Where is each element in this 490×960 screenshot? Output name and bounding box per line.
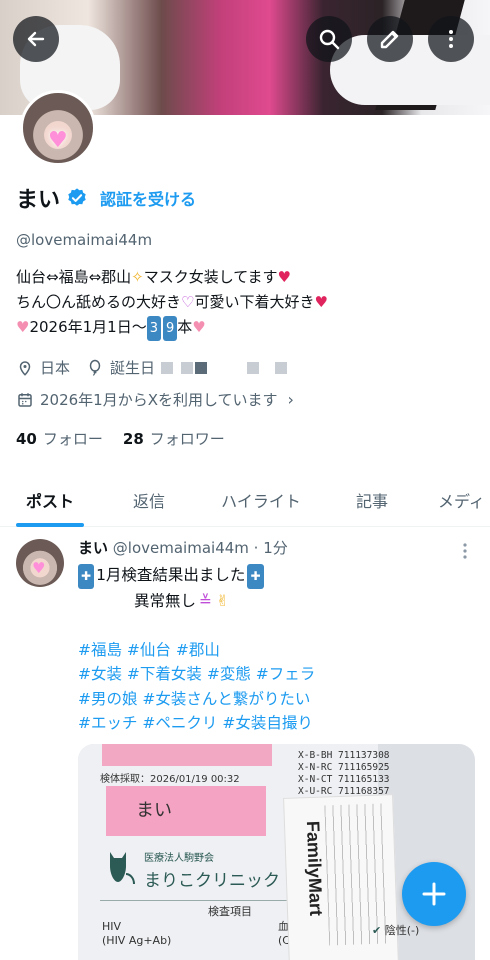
victory-hand-icon: ✌ bbox=[216, 591, 230, 610]
followers-link[interactable]: 28 フォロワー bbox=[123, 428, 225, 449]
code-line: X-B-BH 711137308 bbox=[298, 750, 390, 761]
post-media-image[interactable]: 検体採取：2026/01/19 00:32 まい 医療法人駒野会 まりこクリニッ… bbox=[78, 744, 475, 960]
tab-replies[interactable]: 返信 bbox=[100, 473, 198, 527]
clinic-group: 医療法人駒野会 bbox=[144, 853, 214, 864]
verified-badge-icon bbox=[68, 188, 86, 206]
heart-sticker-icon: ♥ bbox=[32, 559, 46, 577]
redacted-block bbox=[181, 361, 194, 374]
profile-name: まい bbox=[16, 188, 61, 213]
profile-avatar[interactable]: ♥ bbox=[20, 90, 96, 166]
redacted-block bbox=[275, 361, 288, 374]
keycap-9-icon: 9 bbox=[163, 316, 178, 341]
search-button[interactable] bbox=[306, 16, 352, 62]
pink-label bbox=[102, 744, 272, 766]
test-item: HIV (HIV Ag+Ab) bbox=[102, 920, 171, 948]
tab-articles[interactable]: 記事 bbox=[324, 473, 420, 527]
two-hearts-icon: ♥ bbox=[314, 293, 328, 311]
post-hashtags[interactable]: #男の娘 #女装さんと繋がりたい bbox=[78, 687, 478, 712]
profile-tabs: ポスト 返信 ハイライト 記事 メディ bbox=[0, 473, 490, 527]
clinic-name: まりこクリニック bbox=[144, 871, 280, 891]
profile-meta: 日本 誕生日 bbox=[16, 357, 288, 378]
keycap-3-icon: 3 bbox=[146, 316, 161, 341]
followers-label: フォロワー bbox=[149, 430, 225, 448]
post-avatar[interactable]: ♥ bbox=[16, 539, 64, 587]
post-more-icon[interactable] bbox=[455, 541, 475, 561]
follow-stats: 40 フォロー 28 フォロワー bbox=[16, 428, 225, 449]
location-text: 日本 bbox=[40, 359, 71, 377]
pink-heart-icon: ♥ bbox=[16, 318, 30, 336]
blush-face-icon: ≚ bbox=[199, 591, 213, 610]
post-header: まい @lovemaimai44m · 1分 bbox=[78, 537, 288, 558]
following-link[interactable]: 40 フォロー bbox=[16, 428, 103, 449]
hospital-icon: ✚ bbox=[247, 564, 264, 589]
redacted-block bbox=[195, 361, 208, 374]
chevron-right-icon: › bbox=[287, 390, 294, 409]
heart-eyes-icon: ♡ bbox=[181, 293, 195, 311]
calendar-icon bbox=[18, 392, 32, 407]
following-count: 40 bbox=[16, 430, 37, 448]
heart-sticker-icon: ♥ bbox=[48, 128, 68, 153]
post-handle-time: @lovemaimai44m · 1分 bbox=[112, 539, 288, 557]
cat-logo-icon bbox=[110, 852, 135, 885]
followers-count: 28 bbox=[122, 430, 144, 448]
more-vertical-icon bbox=[449, 30, 453, 48]
code-line: X-N-CT 711165133 bbox=[298, 774, 390, 785]
post-hashtags[interactable]: #福島 #仙台 #郡山 bbox=[78, 638, 478, 663]
post-hashtags[interactable]: #女装 #下着女装 #変態 #フェラ bbox=[78, 662, 478, 687]
tab-posts[interactable]: ポスト bbox=[0, 473, 100, 527]
sample-date: 検体採取：2026/01/19 00:32 bbox=[100, 774, 240, 785]
balloon-icon bbox=[89, 359, 101, 376]
post-line: 異常無し bbox=[134, 591, 197, 610]
joined-row[interactable]: 2026年1月からXを利用しています › bbox=[16, 389, 294, 410]
post-line: 1月検査結果出ました bbox=[96, 566, 246, 584]
pencil-icon bbox=[380, 30, 399, 49]
profile-name-row: まい 認証を受ける bbox=[16, 182, 196, 214]
birthday-label: 誕生日 bbox=[110, 359, 156, 377]
get-verified-link[interactable]: 認証を受ける bbox=[100, 186, 196, 210]
test-result: ✔ 陰性(-) bbox=[372, 922, 419, 938]
handwritten-name: まい bbox=[136, 800, 172, 821]
test-sub: (HIV Ag+Ab) bbox=[102, 934, 172, 947]
tab-media[interactable]: メディ bbox=[420, 473, 490, 527]
check-icon: ✔ bbox=[372, 924, 382, 937]
test-name: HIV bbox=[102, 920, 122, 933]
bio-text: マスク女装してます bbox=[143, 268, 278, 286]
profile-handle: @lovemaimai44m bbox=[16, 231, 153, 249]
plus-icon bbox=[422, 882, 446, 906]
code-line: X-N-RC 711165925 bbox=[298, 762, 390, 773]
redacted-block bbox=[161, 361, 174, 374]
heart-icon: ♥ bbox=[277, 268, 291, 286]
bio-text: 2026年1月1日〜 bbox=[29, 318, 147, 336]
bio-text: 可愛い下着大好き bbox=[194, 293, 315, 311]
more-button[interactable] bbox=[428, 16, 474, 62]
profile-bio: 仙台⇔福島⇔郡山✧マスク女装してます♥ ちん〇ん舐めるの大好き♡可愛い下着大好き… bbox=[16, 265, 476, 341]
hospital-icon: ✚ bbox=[78, 564, 95, 589]
joined-text: 2026年1月からXを利用しています bbox=[40, 391, 278, 409]
pink-heart-icon: ♥ bbox=[192, 318, 206, 336]
redacted-block bbox=[247, 361, 260, 374]
search-icon bbox=[319, 29, 340, 50]
post-text: ✚ 1月検査結果出ました ✚ 異常無し ≚ ✌ #福島 #仙台 #郡山 #女装 #下着女… bbox=[78, 563, 478, 736]
back-button[interactable] bbox=[13, 16, 59, 62]
compose-post-button[interactable] bbox=[402, 862, 466, 926]
sparkles-icon: ✧ bbox=[131, 268, 144, 286]
receipt-brand: FamilyMart bbox=[302, 820, 327, 917]
post-author-name[interactable]: まい bbox=[78, 539, 108, 557]
location-icon bbox=[19, 360, 31, 376]
result-text: 陰性(-) bbox=[384, 924, 420, 937]
code-line: X-U-RC 711168357 bbox=[298, 786, 390, 797]
bio-text: ちん〇ん舐めるの大好き bbox=[16, 293, 182, 311]
bio-text: 本 bbox=[177, 318, 193, 336]
following-label: フォロー bbox=[42, 430, 103, 448]
edit-button[interactable] bbox=[367, 16, 413, 62]
bio-text: 仙台⇔福島⇔郡山 bbox=[16, 268, 132, 286]
arrow-left-icon bbox=[27, 31, 45, 47]
name-label: まい bbox=[106, 786, 266, 836]
post-hashtags[interactable]: #エッチ #ペニクリ #女装自撮り bbox=[78, 711, 478, 736]
tab-highlights[interactable]: ハイライト bbox=[198, 473, 324, 527]
sample-codes: X-B-BH 711137308 X-N-RC 711165925 X-N-CT… bbox=[298, 750, 390, 798]
